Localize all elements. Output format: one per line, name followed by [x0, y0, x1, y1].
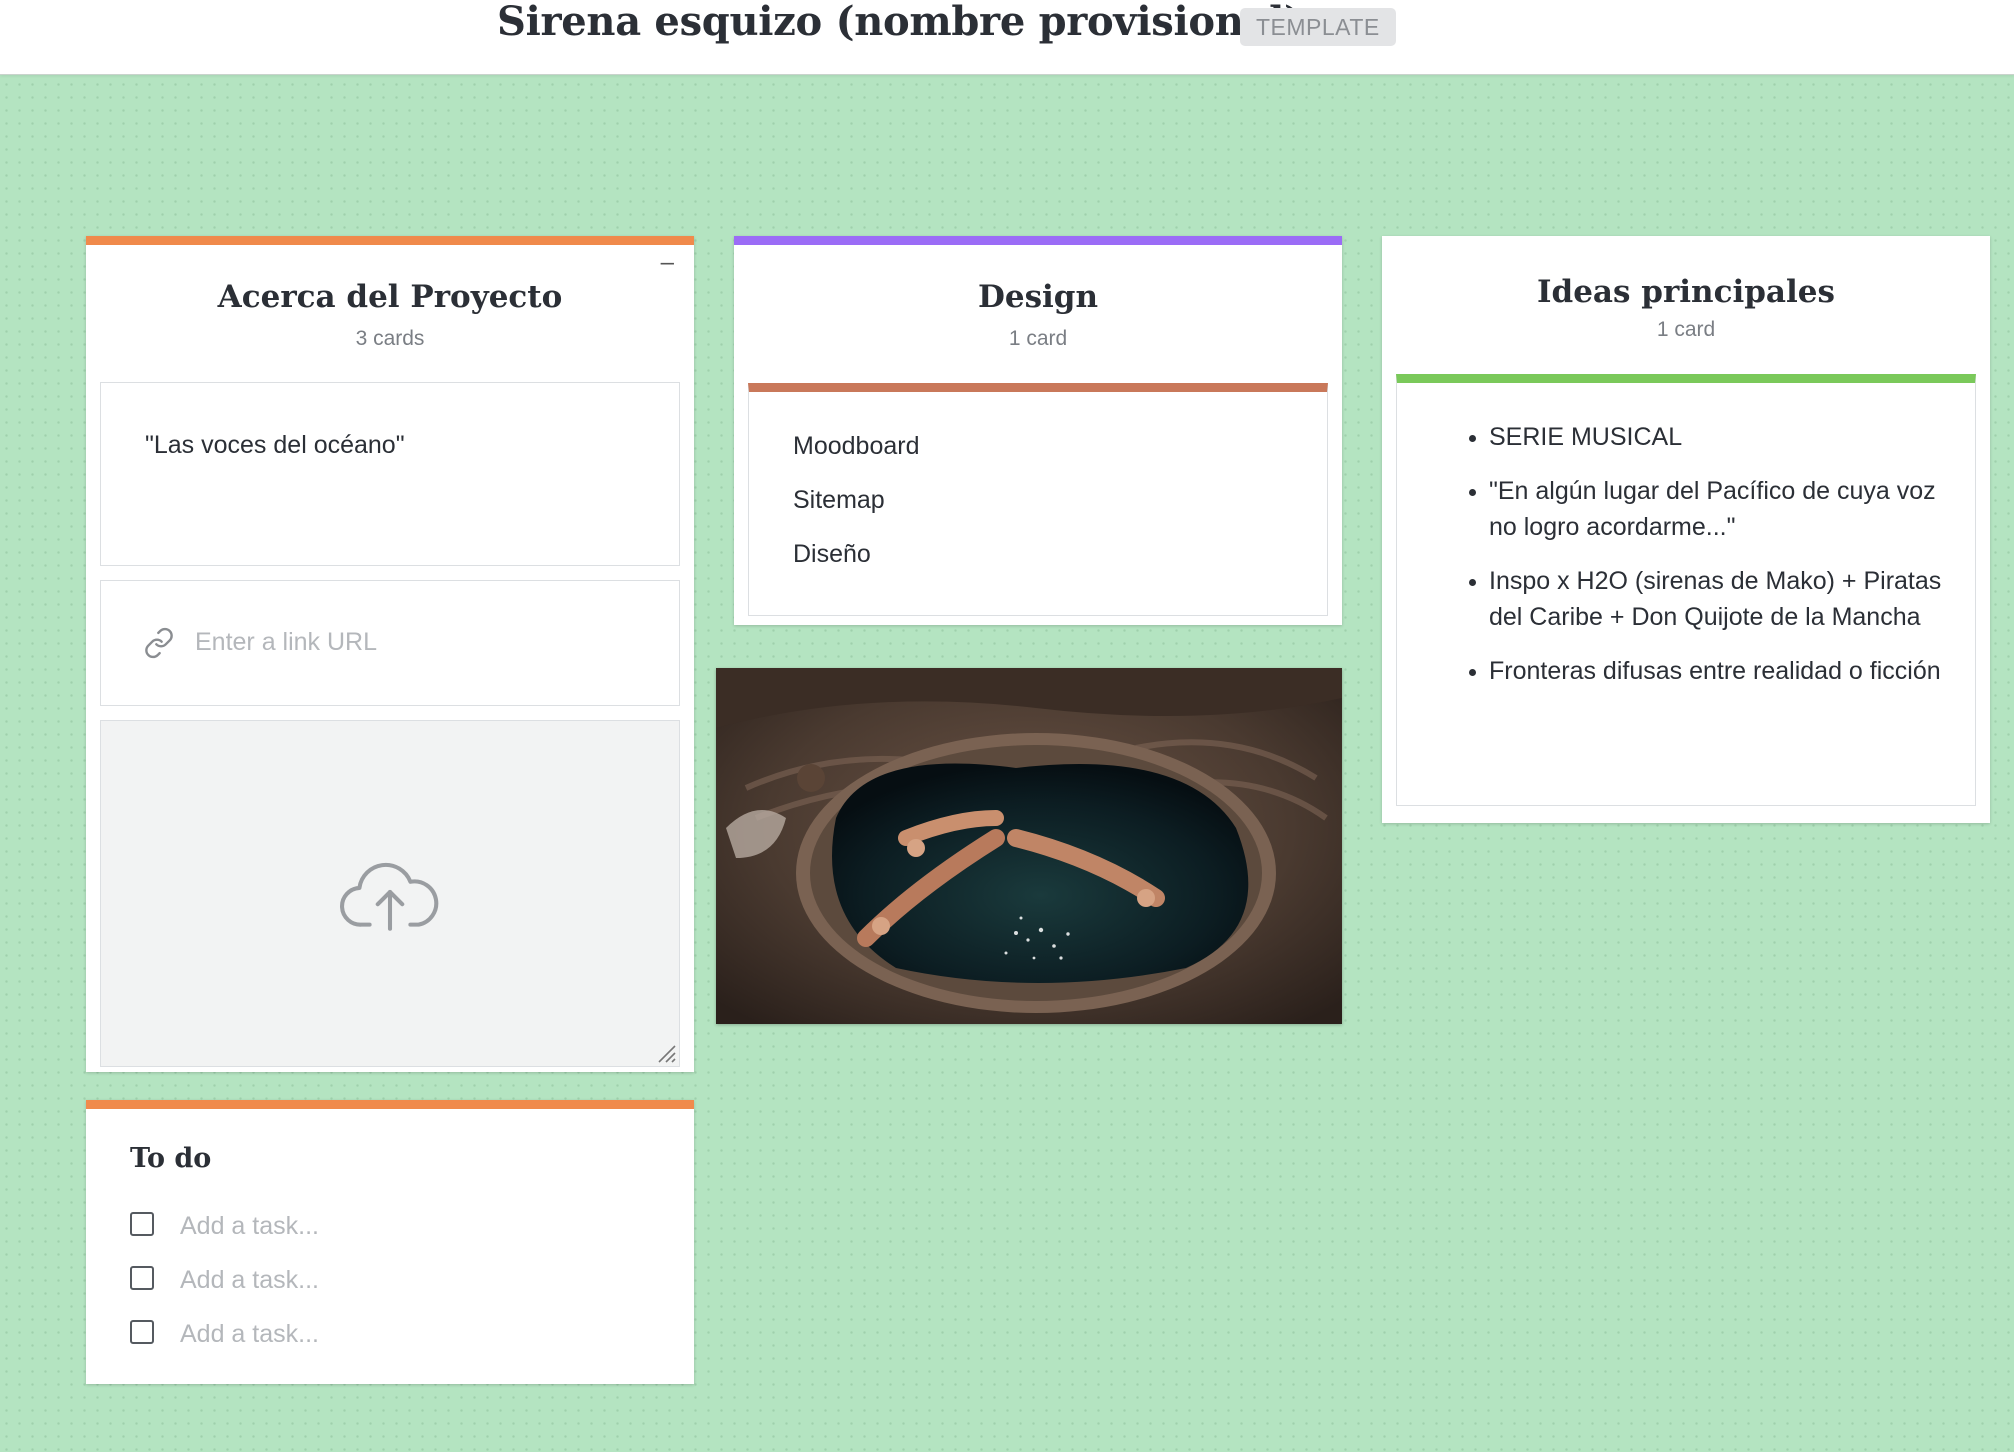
ideas-list: SERIE MUSICAL "En algún lugar del Pacífi…: [1445, 419, 1959, 707]
task-input[interactable]: [178, 1315, 542, 1353]
idea-item: Inspo x H2O (sirenas de Mako) + Piratas …: [1489, 563, 1959, 635]
task-checkbox[interactable]: [130, 1212, 154, 1236]
column-acerca-del-proyecto: – Acerca del Proyecto 3 cards "Las voces…: [86, 236, 694, 1072]
todo-title[interactable]: To do: [130, 1143, 211, 1174]
idea-item: SERIE MUSICAL: [1489, 419, 1959, 455]
upload-card[interactable]: [100, 720, 680, 1067]
mermaid-pool-image[interactable]: [716, 668, 1342, 1024]
column-design: Design 1 card Moodboard Sitemap Diseño: [734, 236, 1342, 625]
column-to-do: To do: [86, 1100, 694, 1384]
link-icon: [145, 627, 173, 659]
task-checkbox[interactable]: [130, 1320, 154, 1344]
idea-item: Fronteras difusas entre realidad o ficci…: [1489, 653, 1959, 689]
design-item-sitemap[interactable]: Sitemap: [793, 486, 885, 515]
minus-icon[interactable]: –: [661, 249, 674, 277]
top-bar: Sirena esquizo (nombre provisional) TEMP…: [0, 0, 2014, 75]
resize-handle-icon[interactable]: [655, 1042, 677, 1064]
column-title[interactable]: Acerca del Proyecto: [86, 279, 694, 315]
link-url-input[interactable]: [193, 621, 617, 663]
design-item-moodboard[interactable]: Moodboard: [793, 432, 919, 461]
board-title[interactable]: Sirena esquizo (nombre provisional): [497, 0, 1303, 45]
task-input[interactable]: [178, 1261, 542, 1299]
note-text[interactable]: "Las voces del océano": [145, 431, 405, 460]
column-ideas-principales: Ideas principales 1 card SERIE MUSICAL "…: [1382, 236, 1990, 823]
idea-item: "En algún lugar del Pacífico de cuya voz…: [1489, 473, 1959, 545]
design-list-card[interactable]: Moodboard Sitemap Diseño: [748, 383, 1328, 616]
task-checkbox[interactable]: [130, 1266, 154, 1290]
card-count: 3 cards: [355, 327, 425, 350]
note-card[interactable]: "Las voces del océano": [100, 382, 680, 566]
design-item-diseno[interactable]: Diseño: [793, 540, 871, 569]
column-title[interactable]: Ideas principales: [1382, 274, 1990, 310]
mermaid-pool-illustration: [716, 668, 1342, 1024]
column-title[interactable]: Design: [734, 279, 1342, 315]
template-badge: TEMPLATE: [1240, 8, 1396, 46]
cloud-upload-icon[interactable]: [339, 851, 441, 933]
card-count: 1 card: [1008, 327, 1068, 350]
link-card[interactable]: [100, 580, 680, 706]
task-input[interactable]: [178, 1207, 542, 1245]
card-count: 1 card: [1656, 318, 1716, 341]
ideas-card[interactable]: SERIE MUSICAL "En algún lugar del Pacífi…: [1396, 374, 1976, 806]
